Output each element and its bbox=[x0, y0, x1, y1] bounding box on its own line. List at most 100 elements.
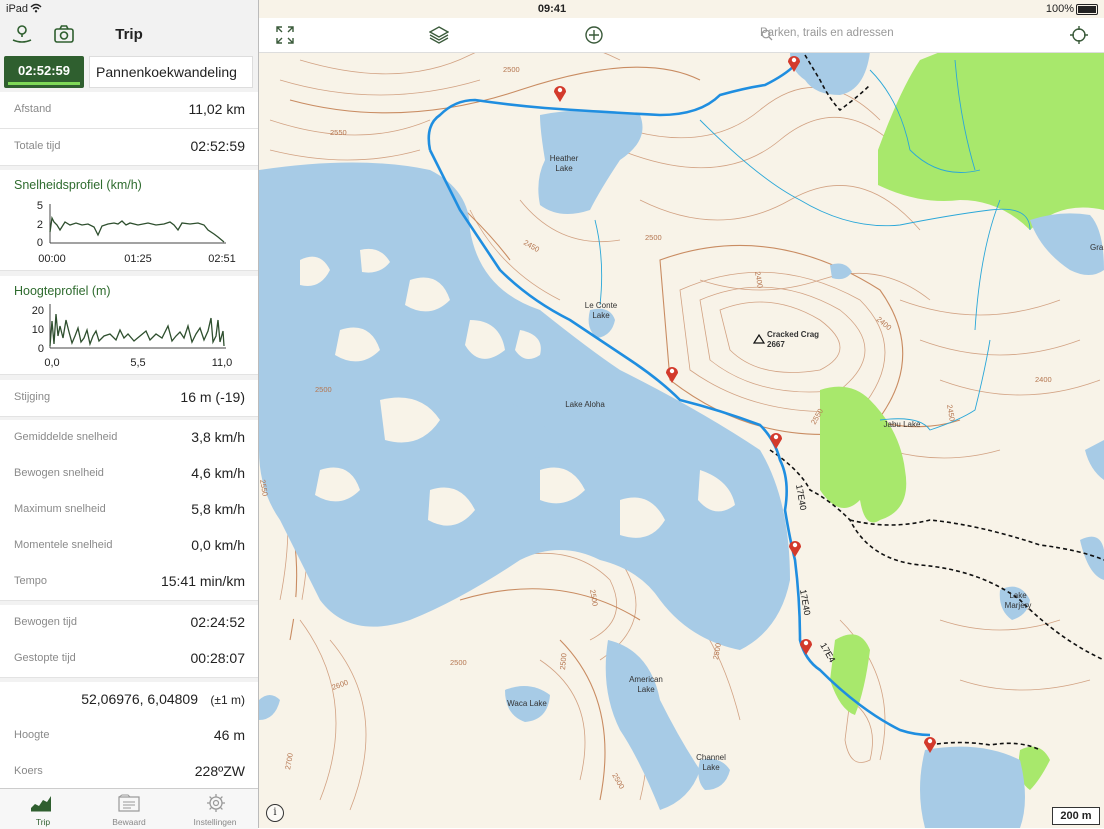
x-tick: 5,5 bbox=[130, 357, 145, 369]
tab-label: Bewaard bbox=[112, 817, 146, 827]
stat-value: 02:52:59 bbox=[190, 138, 246, 154]
y-tick: 0 bbox=[37, 237, 43, 249]
y-tick: 0 bbox=[38, 343, 44, 355]
map-label: Cracked Crag bbox=[767, 330, 819, 339]
stat-row-pace: Tempo 15:41 min/km bbox=[0, 564, 258, 601]
x-tick: 11,0 bbox=[212, 357, 233, 369]
topo-map[interactable]: Heather Lake Le Conte Lake Lake Aloha Cr… bbox=[259, 0, 1104, 828]
tab-trip[interactable]: Trip bbox=[0, 789, 86, 829]
map-label: Lake Aloha bbox=[565, 400, 605, 409]
y-tick: 20 bbox=[32, 305, 44, 317]
contour-label: 2400 bbox=[1035, 375, 1052, 384]
tab-label: Trip bbox=[35, 817, 51, 827]
sidebar-title: Trip bbox=[115, 26, 143, 43]
stat-row-total-time: Totale tijd 02:52:59 bbox=[0, 129, 258, 166]
map-label: Lake bbox=[1009, 591, 1027, 600]
tab-label: Instellingen bbox=[193, 817, 237, 827]
y-tick: 5 bbox=[37, 200, 43, 212]
coordinates-value: 52,06976, 6,04809 bbox=[81, 691, 198, 707]
stat-value: 15:41 min/km bbox=[160, 573, 245, 589]
map-label: Lake bbox=[702, 763, 720, 772]
info-icon[interactable]: i bbox=[266, 804, 284, 822]
x-tick: 0,0 bbox=[44, 357, 59, 369]
add-icon[interactable] bbox=[584, 25, 604, 45]
map-label: 2667 bbox=[767, 340, 785, 349]
coordinates-accuracy: (±1 m) bbox=[210, 693, 245, 707]
height-profile-chart: Hoogteprofiel (m) 20 10 0 0,0 5,5 11,0 bbox=[0, 276, 258, 375]
y-tick: 2 bbox=[37, 219, 43, 231]
speed-profile-chart: Snelheidsprofiel (km/h) 5 2 0 00:00 01:2… bbox=[0, 170, 258, 271]
layers-icon[interactable] bbox=[429, 26, 449, 44]
stat-row-current-speed: Momentele snelheid 0,0 km/h bbox=[0, 528, 258, 565]
map-label: Lake bbox=[637, 685, 655, 694]
sidebar: Trip 02:52:59 Pannenkoekwandeling Afstan… bbox=[0, 0, 259, 829]
fullscreen-icon[interactable] bbox=[276, 26, 294, 44]
contour-label: 2500 bbox=[645, 233, 662, 242]
stat-label: Momentele snelheid bbox=[14, 539, 113, 551]
map-label: Jabu Lake bbox=[884, 420, 921, 429]
stat-label: Tempo bbox=[14, 575, 48, 587]
map-label: American bbox=[629, 675, 663, 684]
stat-row-coordinates: 52,06976, 6,04809 (±1 m) bbox=[0, 682, 258, 719]
map-label: Channel bbox=[696, 753, 726, 762]
stat-row-avg-speed: Gemiddelde snelheid 3,8 km/h bbox=[0, 420, 258, 457]
stat-label: Totale tijd bbox=[14, 140, 61, 152]
stat-row-distance: Afstand 11,02 km bbox=[0, 92, 258, 129]
stat-value: 11,02 km bbox=[188, 101, 245, 117]
status-time: 09:41 bbox=[537, 3, 567, 15]
map-label: Heather bbox=[550, 154, 579, 163]
stat-value: 228ºZW bbox=[194, 763, 245, 779]
folder-icon bbox=[118, 794, 140, 812]
contour-label: 2550 bbox=[330, 128, 347, 137]
contour-label: 2500 bbox=[503, 65, 520, 74]
map-label: Gra bbox=[1090, 243, 1104, 252]
gear-icon bbox=[207, 794, 225, 812]
stat-row-moving-time: Bewogen tijd 02:24:52 bbox=[0, 605, 258, 642]
stat-label: Koers bbox=[14, 765, 43, 777]
stat-value: 16 m (-19) bbox=[180, 389, 245, 405]
map-label: Lake bbox=[592, 311, 610, 320]
contour-label: 2500 bbox=[450, 658, 467, 667]
map-label: Marjery bbox=[1005, 601, 1032, 610]
tab-settings[interactable]: Instellingen bbox=[172, 789, 258, 829]
search-input[interactable]: Parken, trails en adressen bbox=[760, 27, 894, 39]
stat-row-climb: Stijging 16 m (-19) bbox=[0, 380, 258, 417]
sidebar-header: Trip bbox=[0, 18, 258, 52]
x-tick: 00:00 bbox=[38, 253, 66, 265]
stat-value: 0,0 km/h bbox=[191, 537, 245, 553]
stat-value: 02:24:52 bbox=[190, 614, 246, 630]
locate-icon[interactable] bbox=[1069, 25, 1089, 45]
tab-saved[interactable]: Bewaard bbox=[86, 789, 172, 829]
battery-icon bbox=[1076, 4, 1098, 15]
stat-label: Hoogte bbox=[14, 729, 50, 741]
stat-row-altitude: Hoogte 46 m bbox=[0, 718, 258, 755]
stat-label: Stijging bbox=[14, 391, 51, 403]
stat-row-stopped-time: Gestopte tijd 00:28:07 bbox=[0, 641, 258, 678]
map-scale: 200 m bbox=[1052, 807, 1100, 825]
y-tick: 10 bbox=[32, 324, 44, 336]
x-tick: 02:51 bbox=[208, 253, 236, 265]
stat-label: Gestopte tijd bbox=[14, 652, 76, 664]
map-label: Le Conte bbox=[585, 301, 618, 310]
stat-row-max-speed: Maximum snelheid 5,8 km/h bbox=[0, 492, 258, 529]
contour-label: 2500 bbox=[315, 385, 332, 394]
chart-icon bbox=[31, 796, 51, 812]
stat-label: Bewogen tijd bbox=[14, 616, 77, 628]
stat-value: 3,8 km/h bbox=[191, 429, 245, 445]
stat-value: 46 m bbox=[213, 727, 245, 743]
contour-label: 2500 bbox=[558, 653, 568, 670]
stat-value: 5,8 km/h bbox=[191, 501, 245, 517]
stat-label: Afstand bbox=[14, 103, 52, 115]
stat-label: Maximum snelheid bbox=[14, 503, 106, 515]
x-tick: 01:25 bbox=[124, 253, 152, 265]
stat-value: 4,6 km/h bbox=[191, 465, 245, 481]
trip-name-field[interactable]: Pannenkoekwandeling bbox=[89, 56, 253, 88]
tab-bar: Trip Bewaard Instellingen bbox=[0, 788, 258, 829]
map-label: Lake bbox=[555, 164, 573, 173]
stat-label: Gemiddelde snelheid bbox=[14, 431, 118, 443]
map-view[interactable]: Heather Lake Le Conte Lake Lake Aloha Cr… bbox=[259, 0, 1104, 828]
stat-label: Bewogen snelheid bbox=[14, 467, 104, 479]
contour-label: 2550 bbox=[259, 479, 270, 497]
stat-row-heading: Koers 228ºZW bbox=[0, 754, 258, 789]
trip-timer-button[interactable]: 02:52:59 bbox=[4, 56, 84, 88]
